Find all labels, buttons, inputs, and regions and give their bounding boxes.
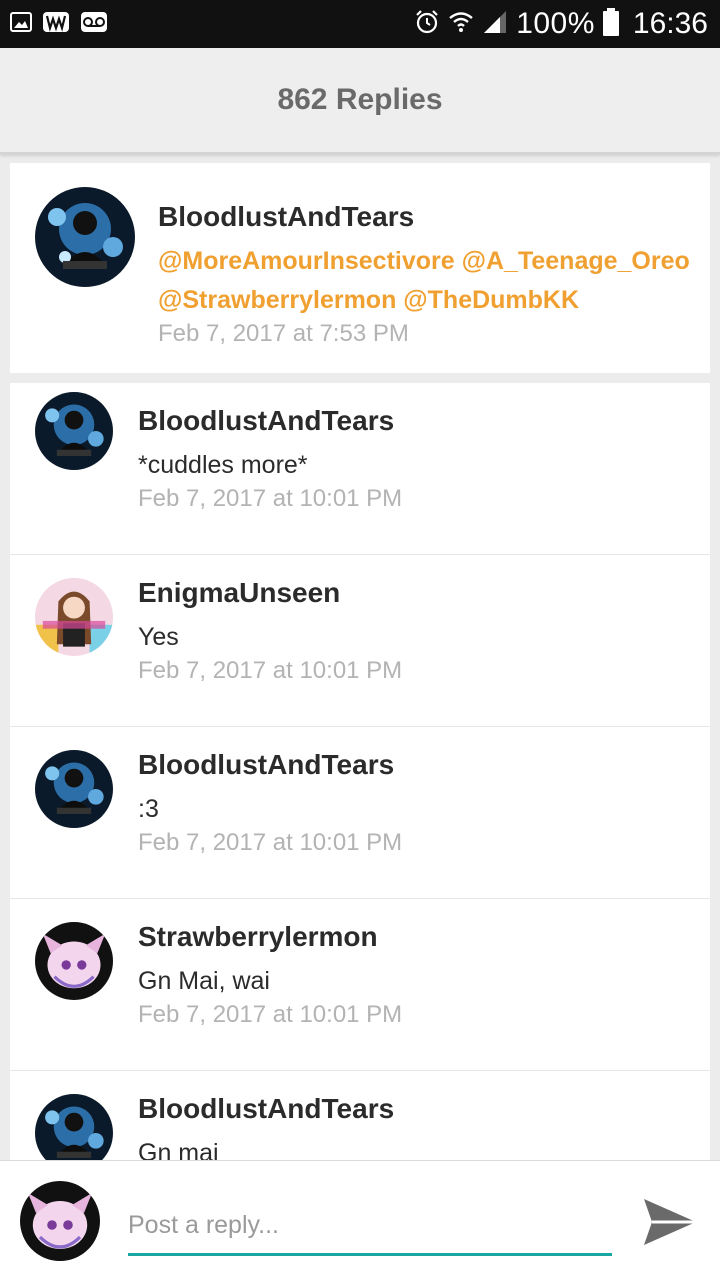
voicemail-icon xyxy=(80,11,108,38)
reply-message: Yes xyxy=(138,623,179,651)
reply-author[interactable]: BloodlustAndTears xyxy=(138,1093,394,1125)
reply-timestamp: Feb 7, 2017 at 10:01 PM xyxy=(138,829,403,856)
mentions-line[interactable]: @Strawberrylermon @TheDumbKK xyxy=(158,286,579,315)
title-bar: 862 Replies xyxy=(0,48,720,154)
status-bar: 100% 16:36 xyxy=(0,0,720,48)
avatar[interactable] xyxy=(35,1094,113,1160)
battery-icon xyxy=(602,7,619,41)
send-icon xyxy=(644,1199,696,1245)
mentions-line[interactable]: @MoreAmourInsectivore @A_Teenage_Oreo xyxy=(158,247,690,276)
signal-icon xyxy=(482,9,508,40)
reply-author[interactable]: EnigmaUnseen xyxy=(138,577,340,609)
replies-list: BloodlustAndTears *cuddles more* Feb 7, … xyxy=(10,383,710,1160)
avatar[interactable] xyxy=(35,578,113,656)
page-title: 862 Replies xyxy=(277,83,443,116)
reply-message: *cuddles more* xyxy=(138,451,308,479)
avatar[interactable] xyxy=(35,922,113,1000)
reply-timestamp: Feb 7, 2017 at 10:01 PM xyxy=(138,657,403,684)
reply-message: Gn Mai, wai xyxy=(138,967,270,995)
reply-item[interactable]: BloodlustAndTears :3 Feb 7, 2017 at 10:0… xyxy=(10,727,710,899)
send-button[interactable] xyxy=(638,1191,700,1253)
reply-item[interactable]: EnigmaUnseen Yes Feb 7, 2017 at 10:01 PM xyxy=(10,555,710,727)
reply-timestamp: Feb 7, 2017 at 10:01 PM xyxy=(138,1001,403,1028)
original-post[interactable]: BloodlustAndTears @MoreAmourInsectivore … xyxy=(10,163,710,373)
post-timestamp: Feb 7, 2017 at 7:53 PM xyxy=(158,320,409,347)
reply-input[interactable] xyxy=(128,1197,612,1256)
reply-author[interactable]: BloodlustAndTears xyxy=(138,749,394,781)
gallery-notification-icon xyxy=(10,11,32,38)
current-user-avatar[interactable] xyxy=(20,1181,100,1261)
reply-item[interactable]: Strawberrylermon Gn Mai, wai Feb 7, 2017… xyxy=(10,899,710,1071)
avatar[interactable] xyxy=(35,392,113,470)
reply-item[interactable]: BloodlustAndTears Gn mai xyxy=(10,1071,710,1160)
reply-composer xyxy=(0,1160,720,1281)
alarm-icon xyxy=(414,9,440,40)
reply-message: Gn mai xyxy=(138,1139,219,1160)
w-app-notification-icon xyxy=(42,11,70,38)
reply-item[interactable]: BloodlustAndTears *cuddles more* Feb 7, … xyxy=(10,383,710,555)
reply-author[interactable]: Strawberrylermon xyxy=(138,921,378,953)
reply-author[interactable]: BloodlustAndTears xyxy=(138,405,394,437)
avatar[interactable] xyxy=(35,187,135,287)
clock: 16:36 xyxy=(632,7,708,40)
battery-percent: 100% xyxy=(516,7,595,40)
wifi-icon xyxy=(448,9,474,40)
reply-message: :3 xyxy=(138,795,159,823)
avatar[interactable] xyxy=(35,750,113,828)
post-author[interactable]: BloodlustAndTears xyxy=(158,201,414,233)
reply-timestamp: Feb 7, 2017 at 10:01 PM xyxy=(138,485,403,512)
